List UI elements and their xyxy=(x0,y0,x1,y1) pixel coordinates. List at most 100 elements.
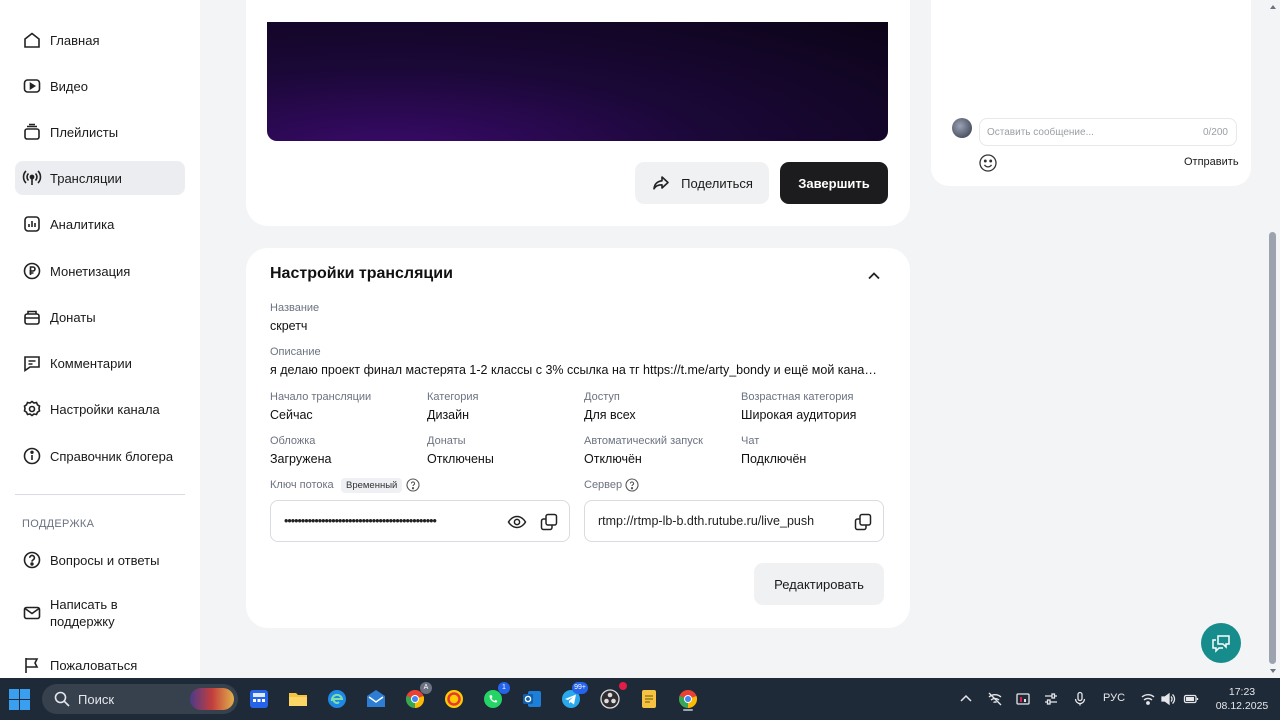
video-icon xyxy=(23,79,41,93)
outlook-icon xyxy=(523,691,541,707)
taskbar-chrome[interactable]: A xyxy=(402,682,432,712)
language-indicator[interactable]: РУС xyxy=(1103,692,1125,704)
name-value: скретч xyxy=(270,319,308,333)
auto-start-label: Автоматический запуск xyxy=(584,435,703,447)
sidebar-item-broadcasts[interactable]: Трансляции xyxy=(15,161,185,195)
chat-message-input[interactable]: Оставить сообщение... 0/200 xyxy=(979,118,1237,146)
taskbar-explorer[interactable] xyxy=(285,686,311,712)
share-button[interactable]: Поделиться xyxy=(635,162,769,204)
donate-icon xyxy=(24,310,40,325)
taskbar-whatsapp[interactable]: 1 xyxy=(480,682,510,712)
sidebar-item-label: Настройки канала xyxy=(50,401,160,417)
support-chat-button[interactable] xyxy=(1201,623,1241,663)
battery-icon[interactable] xyxy=(1183,691,1199,707)
info-icon xyxy=(23,447,41,465)
help-icon[interactable] xyxy=(625,478,639,492)
taskbar-notes[interactable] xyxy=(636,686,662,712)
stream-key-field[interactable]: ••••••••••••••••••••••••••••••••••••••••… xyxy=(270,500,570,542)
age-category-label: Возрастная категория xyxy=(741,391,854,403)
player-card: Поделиться Завершить xyxy=(246,0,910,226)
scroll-down-arrow-icon[interactable] xyxy=(1269,667,1277,675)
chevron-up-icon[interactable] xyxy=(864,266,884,286)
mail-icon xyxy=(23,606,41,620)
edit-button[interactable]: Редактировать xyxy=(754,563,884,605)
taskbar-edge[interactable] xyxy=(324,686,350,712)
sidebar-item-channel-settings[interactable]: Настройки канала xyxy=(15,392,185,426)
help-icon[interactable] xyxy=(406,478,420,492)
server-value: rtmp://rtmp-lb-b.dth.rutube.ru/live_push xyxy=(598,514,815,528)
sidebar-item-write-support[interactable]: Написать в поддержку xyxy=(15,592,185,634)
microphone-icon[interactable] xyxy=(1072,691,1088,707)
chrome-profile-badge: A xyxy=(420,682,432,694)
sidebar: Главная Видео Плейлисты Трансляции Анали… xyxy=(0,0,200,678)
chat-value: Подключён xyxy=(741,452,807,466)
share-icon xyxy=(653,176,669,190)
age-category-value: Широкая аудитория xyxy=(741,408,857,422)
video-preview[interactable] xyxy=(267,22,888,141)
chat-char-counter: 0/200 xyxy=(1202,127,1228,138)
obs-icon xyxy=(600,689,620,709)
chevron-up-icon[interactable] xyxy=(958,691,974,707)
network-off-icon[interactable] xyxy=(987,691,1003,707)
sidebar-item-faq[interactable]: Вопросы и ответы xyxy=(15,543,185,577)
stream-settings-card: Настройки трансляции Название скретч Опи… xyxy=(246,248,910,628)
sidebar-item-label: Пожаловаться xyxy=(50,657,138,673)
send-button[interactable]: Отправить xyxy=(1184,156,1239,168)
share-button-label: Поделиться xyxy=(681,175,753,191)
copy-icon[interactable] xyxy=(539,512,559,532)
cover-value: Загружена xyxy=(270,452,332,466)
description-value: я делаю проект финал мастерята 1-2 класс… xyxy=(270,363,884,377)
access-label: Доступ xyxy=(584,391,620,403)
scroll-up-arrow-icon[interactable] xyxy=(1269,3,1277,11)
start-label: Начало трансляции xyxy=(270,391,372,403)
search-icon xyxy=(54,691,70,707)
settings-title: Настройки трансляции xyxy=(270,265,453,282)
server-label: Сервер xyxy=(584,479,623,491)
sidebar-item-donates[interactable]: Донаты xyxy=(15,300,185,334)
scrollbar-thumb[interactable] xyxy=(1269,232,1276,664)
taskbar-search[interactable]: Поиск xyxy=(42,684,238,714)
taskbar-telegram[interactable]: 99+ xyxy=(558,682,588,712)
volume-icon[interactable] xyxy=(1160,691,1176,707)
chat-placeholder: Оставить сообщение... xyxy=(987,127,1094,138)
taskbar-obs[interactable] xyxy=(597,682,627,712)
clock[interactable]: 17:23 08.12.2025 xyxy=(1212,685,1272,713)
edge-icon xyxy=(328,690,346,708)
chat-panel: Оставить сообщение... 0/200 Отправить xyxy=(931,0,1251,186)
meter-icon[interactable] xyxy=(1015,691,1031,707)
chat-label: Чат xyxy=(741,435,760,447)
gear-icon xyxy=(23,400,41,417)
scrollbar[interactable] xyxy=(1266,0,1280,678)
notes-icon xyxy=(642,690,656,708)
windows-start-icon[interactable] xyxy=(9,689,30,710)
comment-icon xyxy=(24,356,40,373)
copy-icon[interactable] xyxy=(853,512,873,532)
taskbar-outlook[interactable] xyxy=(519,686,545,712)
sidebar-item-video[interactable]: Видео xyxy=(15,69,185,103)
taskbar-mail[interactable] xyxy=(363,686,389,712)
sidebar-item-monetization[interactable]: Монетизация xyxy=(15,254,185,288)
search-highlight-image xyxy=(190,688,234,710)
eye-icon[interactable] xyxy=(507,512,527,532)
emoji-icon[interactable] xyxy=(978,153,998,173)
sidebar-item-label: Справочник блогера xyxy=(50,448,174,464)
active-app-indicator xyxy=(683,709,693,711)
sidebar-item-playlists[interactable]: Плейлисты xyxy=(15,115,185,149)
avatar xyxy=(952,118,972,138)
name-label: Название xyxy=(270,302,320,314)
sidebar-item-home[interactable]: Главная xyxy=(15,23,185,57)
sidebar-item-label: Трансляции xyxy=(50,170,122,186)
server-field[interactable]: rtmp://rtmp-lb-b.dth.rutube.ru/live_push xyxy=(584,500,884,542)
sidebar-item-comments[interactable]: Комментарии xyxy=(15,346,185,380)
sidebar-item-label: Написать в поддержку xyxy=(50,597,118,629)
finish-stream-button[interactable]: Завершить xyxy=(780,162,888,204)
sidebar-item-report[interactable]: Пожаловаться xyxy=(15,650,185,680)
taskbar-calculator[interactable] xyxy=(246,686,272,712)
sidebar-item-blogger-guide[interactable]: Справочник блогера xyxy=(15,439,185,473)
auto-start-value: Отключён xyxy=(584,452,642,466)
sidebar-item-analytics[interactable]: Аналитика xyxy=(15,207,185,241)
taskbar-chrome-active[interactable] xyxy=(675,686,701,712)
taskbar-yandex-music[interactable] xyxy=(441,686,467,712)
wifi-icon[interactable] xyxy=(1140,691,1156,707)
settings-sliders-icon[interactable] xyxy=(1043,691,1059,707)
